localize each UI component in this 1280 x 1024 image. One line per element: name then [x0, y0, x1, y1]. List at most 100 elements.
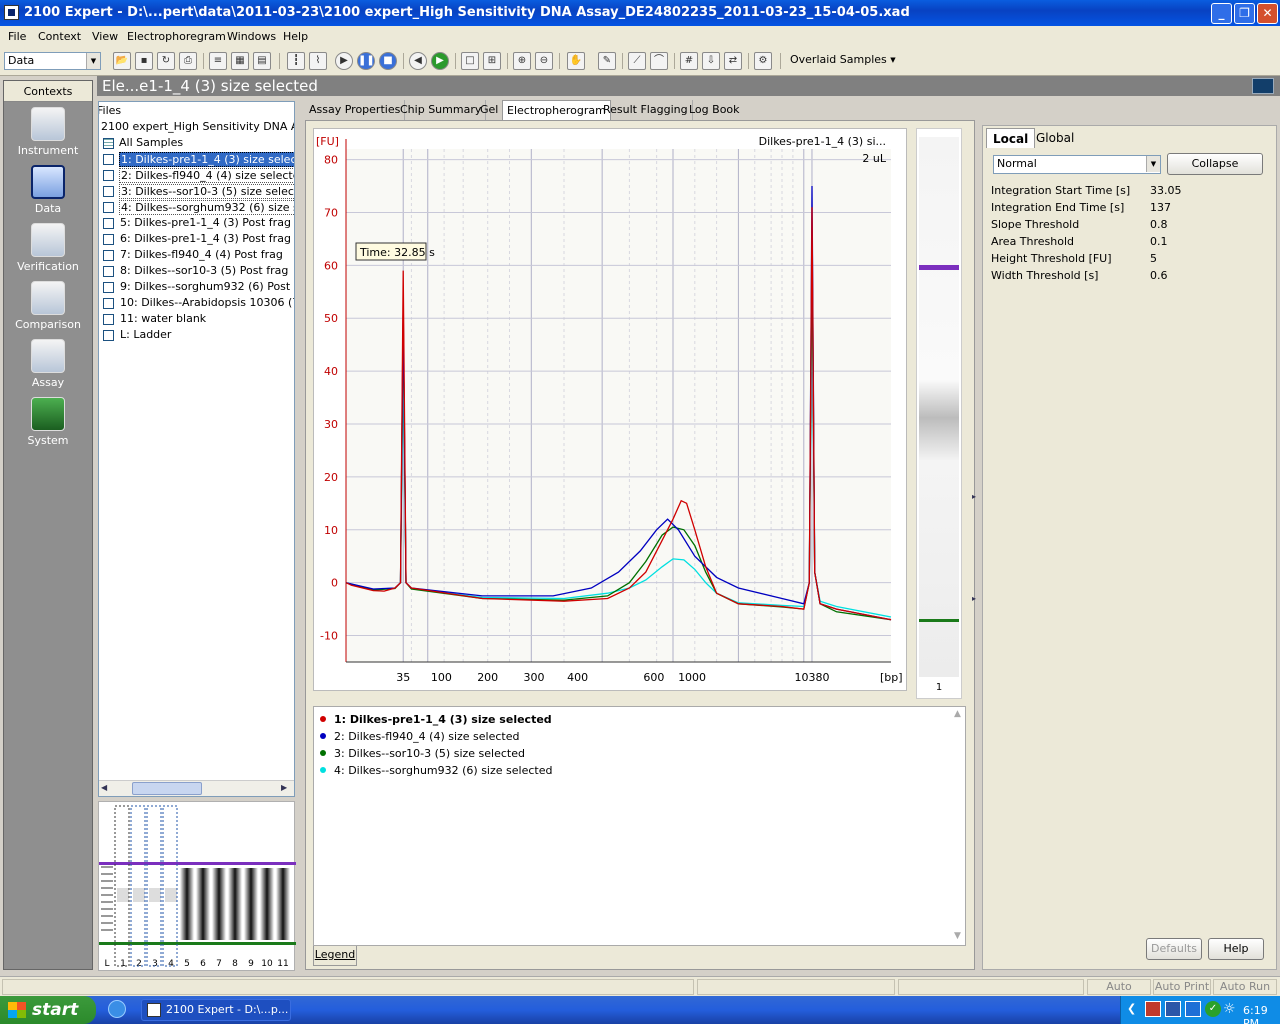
help-button[interactable]: Help: [1208, 938, 1264, 960]
gel-lane-label[interactable]: 6: [200, 959, 206, 969]
sample-checkbox[interactable]: [103, 266, 114, 277]
tab-gel[interactable]: Gel: [476, 100, 504, 120]
gel-lane-label[interactable]: 5: [184, 959, 190, 969]
legend-entry[interactable]: 3: Dilkes--sor10-3 (5) size selected: [320, 747, 525, 760]
grid-toggle-icon[interactable]: #: [680, 52, 698, 70]
gel-lane-label[interactable]: 7: [216, 959, 222, 969]
context-verification[interactable]: Verification: [4, 223, 92, 273]
save-icon[interactable]: ▪: [135, 52, 153, 70]
legend-tab[interactable]: Legend: [313, 946, 357, 966]
tree-root[interactable]: Files: [99, 104, 121, 117]
split-view-icon[interactable]: ▤: [253, 52, 271, 70]
property-value[interactable]: 33.05: [1150, 184, 1182, 197]
context-instrument[interactable]: Instrument: [4, 107, 92, 157]
print-icon[interactable]: ⎙: [179, 52, 197, 70]
sample-checkbox[interactable]: [103, 330, 114, 341]
context-assay[interactable]: Assay: [4, 339, 92, 389]
gel-lane-label[interactable]: 3: [152, 959, 158, 969]
horizontal-scrollbar[interactable]: ◀ ▶: [99, 780, 294, 796]
shield-icon[interactable]: ✓: [1205, 1001, 1221, 1017]
sample-checkbox[interactable]: [103, 218, 114, 229]
network-icon[interactable]: [1185, 1001, 1201, 1017]
context-data[interactable]: Data: [4, 165, 92, 215]
tab-local[interactable]: Local: [986, 128, 1036, 148]
tab-chip-summary[interactable]: Chip Summary: [396, 100, 487, 120]
menu-electrophoregram[interactable]: Electrophoregram: [127, 30, 226, 43]
tab-log-book[interactable]: Log Book: [685, 100, 744, 120]
sample-checkbox[interactable]: [103, 202, 114, 213]
legend-entry[interactable]: 2: Dilkes-fl940_4 (4) size selected: [320, 730, 520, 743]
scroll-left-icon[interactable]: ◀: [101, 783, 112, 794]
mini-gel-view[interactable]: L 1 2 3 4 5 6 7 8 9 10 11: [98, 801, 296, 971]
sample-checkbox[interactable]: [103, 186, 114, 197]
menu-view[interactable]: View: [92, 30, 118, 43]
start-button[interactable]: start: [0, 996, 96, 1024]
menu-help[interactable]: Help: [283, 30, 308, 43]
property-value[interactable]: 137: [1150, 201, 1171, 214]
compare-icon[interactable]: ⇄: [724, 52, 742, 70]
gel-lane-label[interactable]: 4: [168, 959, 174, 969]
export-icon[interactable]: ⇩: [702, 52, 720, 70]
tab-assay-properties[interactable]: Assay Properties: [305, 100, 406, 120]
gel-lane-label[interactable]: L: [104, 959, 109, 969]
gel-lane-label[interactable]: 9: [248, 959, 254, 969]
refresh-icon[interactable]: ↻: [157, 52, 175, 70]
panel-icon[interactable]: [1252, 78, 1274, 94]
zoom-in-icon[interactable]: ⊕: [513, 52, 531, 70]
defaults-button[interactable]: Defaults: [1146, 938, 1202, 960]
gel-lane[interactable]: 1: [916, 128, 962, 699]
tree-view-icon[interactable]: ≡: [209, 52, 227, 70]
electropherogram-chart[interactable]: -10 0 10 20 30 40 50 60 70 80 [FU] [bp] 35 100 200 300 4…: [313, 128, 907, 691]
tab-electropherogram[interactable]: Electropherogram: [502, 100, 611, 121]
property-value[interactable]: 0.1: [1150, 235, 1168, 248]
restore-button[interactable]: ❐: [1234, 3, 1255, 24]
tray-app-icon[interactable]: [1165, 1001, 1181, 1017]
mode-select[interactable]: Normal ▼: [993, 155, 1161, 174]
splitter-arrow-icon[interactable]: ▸: [972, 594, 976, 603]
sun-icon[interactable]: ☼: [1223, 1001, 1236, 1017]
tab-result-flagging[interactable]: Result Flagging: [599, 100, 693, 120]
baseline-icon[interactable]: ⌒: [650, 52, 668, 70]
overlay-combo[interactable]: Overlaid Samples ▼: [787, 52, 900, 70]
pen-tool-icon[interactable]: ✎: [598, 52, 616, 70]
tree-all-samples[interactable]: All Samples: [119, 136, 183, 149]
gel-lane-label[interactable]: 1: [120, 959, 126, 969]
property-value[interactable]: 5: [1150, 252, 1157, 265]
table-view-icon[interactable]: ▦: [231, 52, 249, 70]
gel-lane-label[interactable]: 2: [136, 959, 142, 969]
tab-global[interactable]: Global: [1030, 128, 1080, 148]
scroll-up-icon[interactable]: ▲: [954, 709, 961, 719]
splitter-arrow-icon[interactable]: ▸: [972, 492, 976, 501]
filezilla-icon[interactable]: [1145, 1001, 1161, 1017]
context-comparison[interactable]: Comparison: [4, 281, 92, 331]
context-system[interactable]: System: [4, 397, 92, 447]
context-combo[interactable]: Data ▼: [4, 52, 101, 70]
electropherogram-view-icon[interactable]: ⌇: [309, 52, 327, 70]
play-icon[interactable]: ▶: [335, 52, 353, 70]
back-arrow-icon[interactable]: ◀: [409, 52, 427, 70]
menu-windows[interactable]: Windows: [227, 30, 276, 43]
menu-context[interactable]: Context: [38, 30, 81, 43]
settings-icon[interactable]: ⚙: [754, 52, 772, 70]
gel-lane-label[interactable]: 10: [261, 959, 273, 969]
sample-checkbox[interactable]: [103, 298, 114, 309]
menu-file[interactable]: File: [8, 30, 26, 43]
peak-edit-icon[interactable]: ⟋: [628, 52, 646, 70]
property-value[interactable]: 0.8: [1150, 218, 1168, 231]
tree-file[interactable]: 2100 expert_High Sensitivity DNA Assay: [101, 120, 294, 133]
collapse-button[interactable]: Collapse: [1167, 153, 1263, 175]
zoom-out-icon[interactable]: ⊖: [535, 52, 553, 70]
scroll-thumb[interactable]: [132, 782, 202, 795]
sample-checkbox[interactable]: [103, 234, 114, 245]
taskbar-item[interactable]: 2100 Expert - D:\...p...: [141, 999, 291, 1021]
sample-checkbox[interactable]: [103, 314, 114, 325]
legend-entry[interactable]: 4: Dilkes--sorghum932 (6) size selected: [320, 764, 552, 777]
gel-view-icon[interactable]: ┇: [287, 52, 305, 70]
hand-tool-icon[interactable]: ✋: [567, 52, 585, 70]
sample-checkbox[interactable]: [103, 154, 114, 165]
tray-chevron-icon[interactable]: ❮: [1127, 1002, 1136, 1015]
minimize-button[interactable]: _: [1211, 3, 1232, 24]
sample-checkbox[interactable]: [103, 282, 114, 293]
property-value[interactable]: 0.6: [1150, 269, 1168, 282]
legend-entry[interactable]: 1: Dilkes-pre1-1_4 (3) size selected: [320, 713, 552, 726]
